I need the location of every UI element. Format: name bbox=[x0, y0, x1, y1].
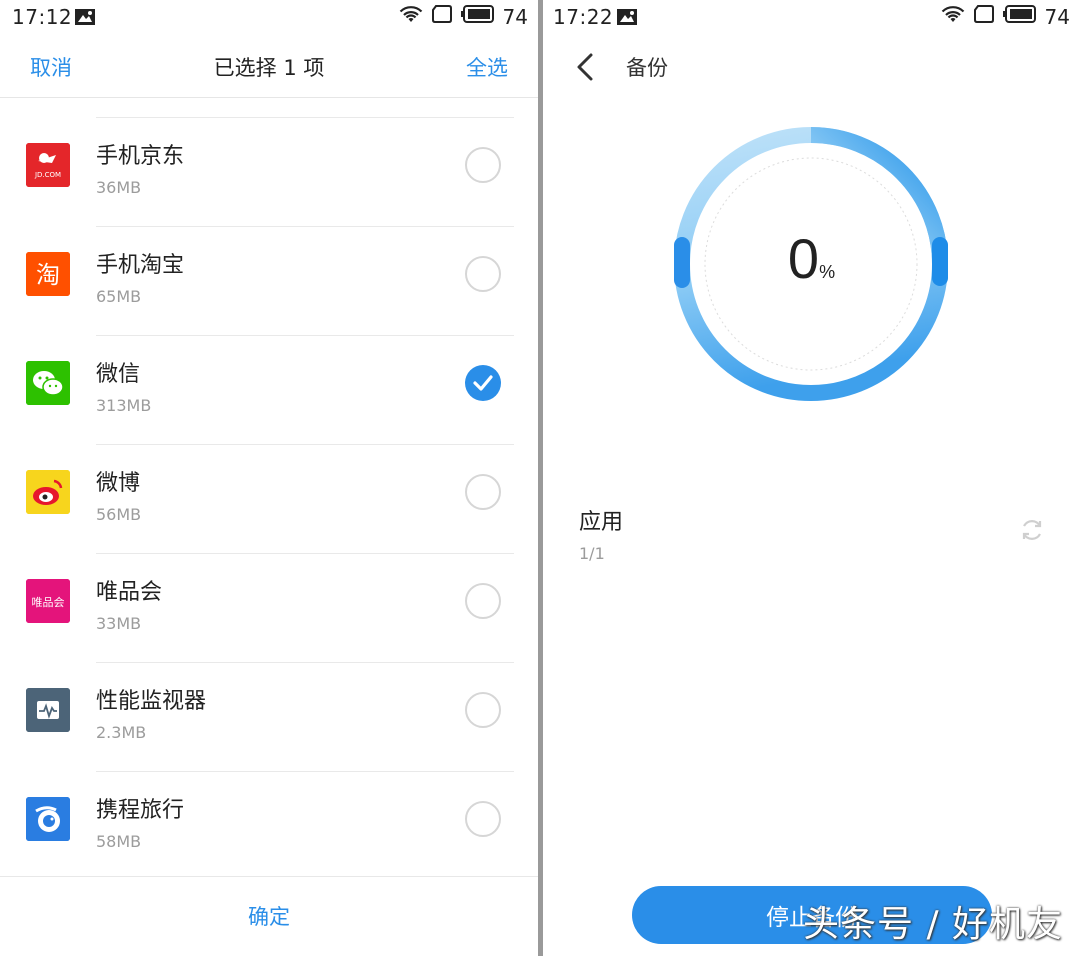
sim-icon bbox=[431, 4, 453, 29]
left-screen: 17:12 74 取消 已选择 1 项 全选 JD.COM 手机京东 36MB 淘 手机… bbox=[0, 0, 538, 956]
progress-number: 0 bbox=[787, 227, 820, 290]
svg-text:JD.COM: JD.COM bbox=[34, 171, 61, 179]
wifi-icon bbox=[399, 4, 423, 29]
status-time: 17:12 bbox=[12, 5, 73, 29]
jd-icon: JD.COM bbox=[26, 143, 70, 187]
sync-icon bbox=[1019, 517, 1045, 543]
app-list-item[interactable]: 唯品会 唯品会 33MB bbox=[0, 554, 538, 663]
progress-percent: 0% bbox=[543, 226, 1080, 291]
monitor-icon bbox=[26, 688, 70, 732]
app-size: 313MB bbox=[96, 396, 152, 415]
battery-icon bbox=[460, 4, 495, 29]
app-size: 56MB bbox=[96, 505, 142, 524]
app-size: 2.3MB bbox=[96, 723, 147, 742]
sim-icon bbox=[973, 4, 995, 29]
app-name: 微博 bbox=[96, 471, 141, 496]
progress-sign: % bbox=[819, 262, 836, 282]
svg-text:唯品会: 唯品会 bbox=[32, 596, 65, 609]
weibo-icon bbox=[26, 470, 70, 514]
app-size: 65MB bbox=[96, 287, 142, 306]
status-bar: 17:22 74 bbox=[543, 0, 1080, 34]
checkbox-unchecked[interactable] bbox=[465, 474, 501, 510]
app-name: 携程旅行 bbox=[96, 798, 185, 823]
notification-icon bbox=[74, 7, 96, 31]
back-arrow-icon[interactable] bbox=[575, 52, 595, 86]
status-bar: 17:12 74 bbox=[0, 0, 538, 34]
wechat-icon bbox=[26, 361, 70, 405]
checkbox-checked[interactable] bbox=[465, 365, 501, 401]
app-name: 微信 bbox=[96, 362, 141, 387]
confirm-button[interactable]: 确定 bbox=[0, 901, 538, 931]
section-title-apps: 应用 bbox=[579, 510, 624, 535]
app-list-item[interactable]: 性能监视器 2.3MB bbox=[0, 663, 538, 772]
watermark: 头条号 / 好机友 bbox=[803, 904, 1064, 945]
app-name: 手机京东 bbox=[96, 144, 185, 169]
footer-bar: 确定 bbox=[0, 876, 538, 956]
checkbox-unchecked[interactable] bbox=[465, 801, 501, 837]
status-time: 17:22 bbox=[553, 5, 614, 29]
app-size: 33MB bbox=[96, 614, 142, 633]
checkbox-unchecked[interactable] bbox=[465, 147, 501, 183]
app-list-item[interactable]: JD.COM 手机京东 36MB bbox=[0, 118, 538, 227]
select-all-button[interactable]: 全选 bbox=[466, 52, 508, 82]
selection-header: 取消 已选择 1 项 全选 bbox=[0, 34, 538, 98]
app-list-item[interactable]: 微信 313MB bbox=[0, 336, 538, 445]
app-list-item[interactable]: 微博 56MB bbox=[0, 445, 538, 554]
battery-level: 74 bbox=[1044, 4, 1070, 29]
app-name: 性能监视器 bbox=[96, 689, 207, 714]
battery-level: 74 bbox=[502, 4, 528, 29]
app-name: 唯品会 bbox=[96, 580, 163, 605]
page-title: 备份 bbox=[626, 56, 668, 80]
selection-title: 已选择 1 项 bbox=[213, 56, 325, 80]
section-count: 1/1 bbox=[579, 544, 605, 563]
battery-icon bbox=[1002, 4, 1037, 29]
app-size: 36MB bbox=[96, 178, 142, 197]
wifi-icon bbox=[941, 4, 965, 29]
checkmark-icon bbox=[473, 375, 493, 391]
app-list-item[interactable]: 淘 手机淘宝 65MB bbox=[0, 227, 538, 336]
backup-header: 备份 bbox=[543, 34, 1080, 98]
checkbox-unchecked[interactable] bbox=[465, 692, 501, 728]
app-name: 手机淘宝 bbox=[96, 253, 185, 278]
app-size: 58MB bbox=[96, 832, 142, 851]
svg-text:淘: 淘 bbox=[36, 261, 60, 289]
vip-icon: 唯品会 bbox=[26, 579, 70, 623]
taobao-icon: 淘 bbox=[26, 252, 70, 296]
notification-icon bbox=[616, 7, 638, 31]
checkbox-unchecked[interactable] bbox=[465, 256, 501, 292]
ctrip-icon bbox=[26, 797, 70, 841]
app-list-item[interactable]: 携程旅行 58MB bbox=[0, 772, 538, 881]
checkbox-unchecked[interactable] bbox=[465, 583, 501, 619]
right-screen: 17:22 74 备份 0% 应用 1/1 停止备份 bbox=[543, 0, 1080, 956]
